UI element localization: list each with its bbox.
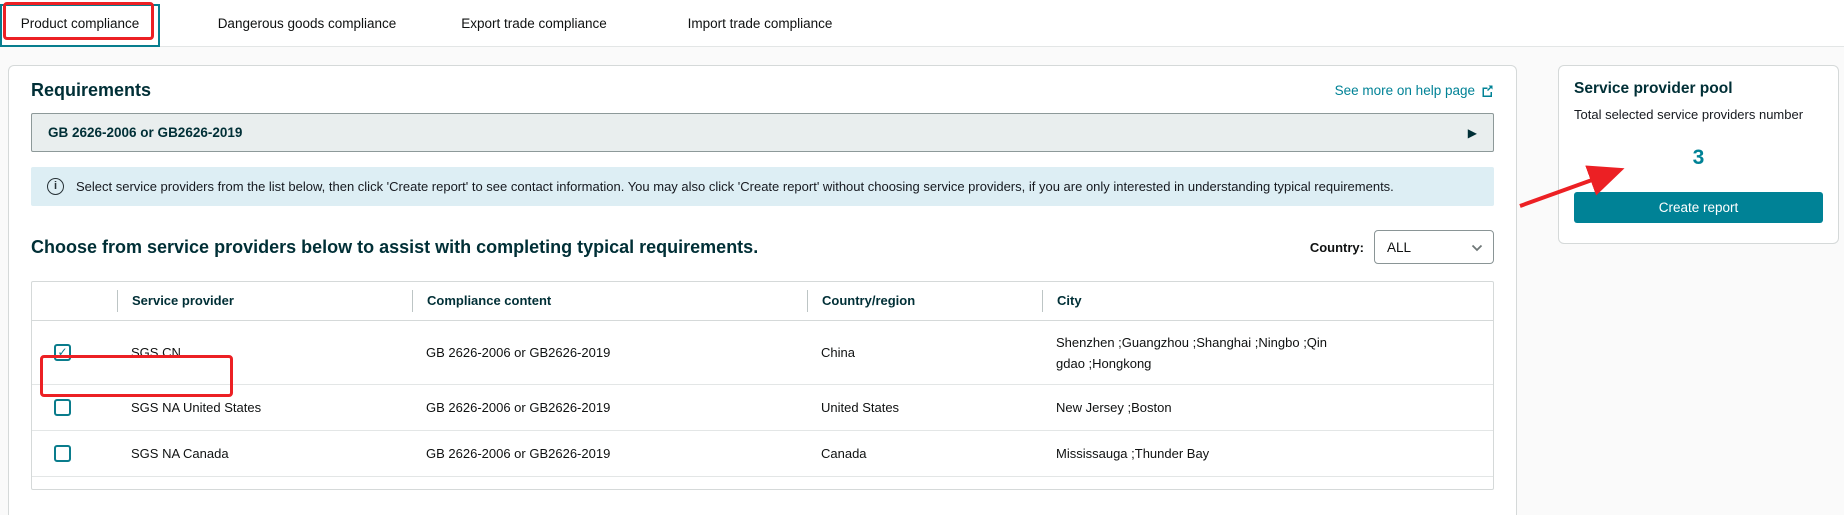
row-checkbox[interactable] <box>54 445 71 462</box>
row-checkbox[interactable]: ✓ <box>54 344 71 361</box>
row-checkbox[interactable] <box>54 399 71 416</box>
help-page-link-label: See more on help page <box>1335 83 1475 98</box>
chevron-down-icon <box>1471 240 1483 255</box>
tab-product-compliance[interactable]: Product compliance <box>2 0 158 47</box>
cell-country-region: United States <box>807 400 1042 415</box>
country-filter: Country: ALL <box>1310 230 1494 264</box>
column-header-country-region: Country/region <box>807 290 1042 312</box>
column-header-service-provider: Service provider <box>117 290 412 312</box>
tab-dangerous-goods-compliance[interactable]: Dangerous goods compliance <box>221 0 393 47</box>
table-row: ✓ SGS CN GB 2626-2006 or GB2626-2019 Chi… <box>32 321 1493 385</box>
cell-country-region: China <box>807 345 1042 360</box>
cell-city: New Jersey ;Boston <box>1056 397 1172 418</box>
tab-label: Export trade compliance <box>461 16 607 31</box>
choose-providers-title: Choose from service providers below to a… <box>31 237 758 258</box>
column-header-city: City <box>1042 290 1493 312</box>
row-checkbox-cell: ✓ <box>32 344 117 361</box>
choose-providers-header: Choose from service providers below to a… <box>31 230 1494 264</box>
column-header-compliance-content: Compliance content <box>412 290 807 312</box>
selected-providers-count: 3 <box>1574 146 1823 170</box>
table-row: SGS NA United States GB 2626-2006 or GB2… <box>32 385 1493 431</box>
tab-label: Product compliance <box>21 16 140 31</box>
table-header-row: Service provider Compliance content Coun… <box>32 282 1493 321</box>
cell-service-provider: SGS NA United States <box>117 400 412 415</box>
cell-city: Mississauga ;Thunder Bay <box>1056 443 1209 464</box>
cell-city: Shenzhen ;Guangzhou ;Shanghai ;Ningbo ;Q… <box>1056 332 1334 374</box>
requirement-accordion[interactable]: GB 2626-2006 or GB2626-2019 ▶ <box>31 113 1494 152</box>
requirements-title: Requirements <box>31 80 151 101</box>
row-checkbox-cell <box>32 399 117 416</box>
tab-label: Dangerous goods compliance <box>218 16 397 31</box>
service-provider-pool-title: Service provider pool <box>1574 80 1823 98</box>
create-report-button[interactable]: Create report <box>1574 192 1823 223</box>
external-link-icon <box>1481 84 1494 97</box>
requirements-panel: Requirements See more on help page GB 26… <box>8 65 1517 515</box>
table-row-partial <box>32 477 1493 489</box>
country-select[interactable]: ALL <box>1374 230 1494 264</box>
help-page-link[interactable]: See more on help page <box>1335 83 1494 98</box>
accordion-expand-icon[interactable]: ▶ <box>1468 126 1477 140</box>
requirements-header: Requirements See more on help page <box>31 80 1494 101</box>
info-icon: i <box>47 178 64 195</box>
requirement-accordion-label: GB 2626-2006 or GB2626-2019 <box>48 125 242 140</box>
table-row: SGS NA Canada GB 2626-2006 or GB2626-201… <box>32 431 1493 477</box>
info-banner-text: Select service providers from the list b… <box>76 176 1394 197</box>
cell-compliance-content: GB 2626-2006 or GB2626-2019 <box>412 446 807 461</box>
selected-providers-caption: Total selected service providers number <box>1574 107 1823 122</box>
cell-compliance-content: GB 2626-2006 or GB2626-2019 <box>412 400 807 415</box>
cell-service-provider: SGS NA Canada <box>117 446 412 461</box>
cell-service-provider: SGS CN <box>117 345 412 360</box>
cell-compliance-content: GB 2626-2006 or GB2626-2019 <box>412 345 807 360</box>
service-provider-table: Service provider Compliance content Coun… <box>31 281 1494 490</box>
country-select-value: ALL <box>1387 240 1411 255</box>
cell-country-region: Canada <box>807 446 1042 461</box>
compliance-tab-bar: Product compliance Dangerous goods compl… <box>0 0 1844 47</box>
service-provider-pool-panel: Service provider pool Total selected ser… <box>1558 65 1839 244</box>
tab-import-trade-compliance[interactable]: Import trade compliance <box>675 0 845 47</box>
country-filter-label: Country: <box>1310 240 1364 255</box>
info-banner: i Select service providers from the list… <box>31 167 1494 206</box>
tab-label: Import trade compliance <box>688 16 833 31</box>
row-checkbox-cell <box>32 445 117 462</box>
tab-export-trade-compliance[interactable]: Export trade compliance <box>461 0 607 47</box>
